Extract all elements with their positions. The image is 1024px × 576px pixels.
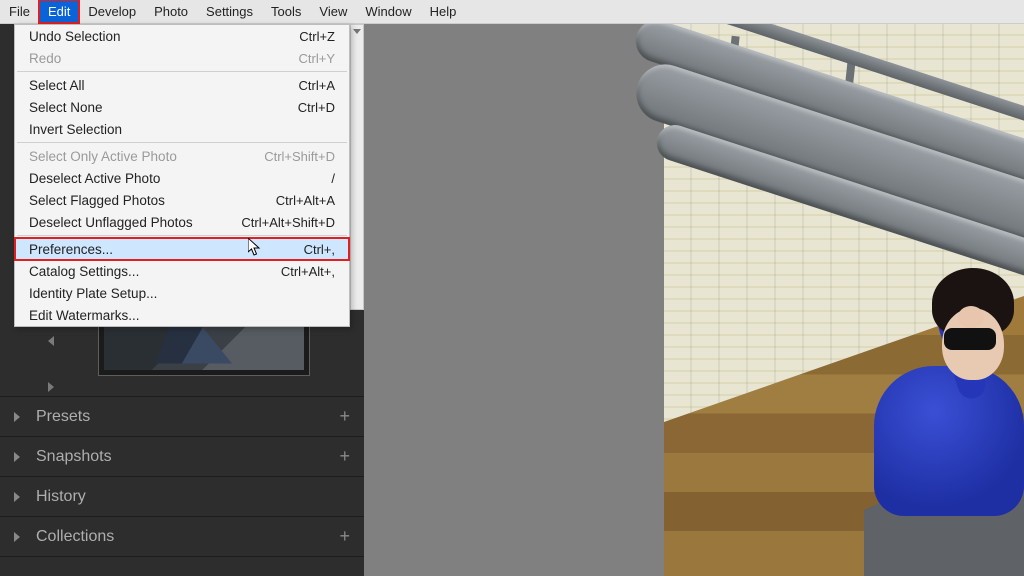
menu-separator [17,142,347,143]
menuitem-undo[interactable]: Undo Selection Ctrl+Z [15,25,349,47]
menuitem-select-all[interactable]: Select All Ctrl+A [15,74,349,96]
menu-photo-label: Photo [154,4,188,19]
image-canvas[interactable] [364,24,1024,576]
menu-settings-label: Settings [206,4,253,19]
menuitem-shortcut: Ctrl+Alt+, [281,264,335,279]
menuitem-redo: Redo Ctrl+Y [15,47,349,69]
menuitem-invert-selection[interactable]: Invert Selection [15,118,349,140]
menu-window[interactable]: Window [356,0,420,23]
panel-tail [0,556,364,576]
app-root: File Edit Develop Photo Settings Tools V… [0,0,1024,576]
menuitem-deselect-active[interactable]: Deselect Active Photo / [15,167,349,189]
menu-view[interactable]: View [310,0,356,23]
menuitem-select-none[interactable]: Select None Ctrl+D [15,96,349,118]
panel-snapshots-label: Snapshots [36,448,112,466]
menuitem-shortcut: / [331,171,335,186]
panel-presets[interactable]: Presets + [0,396,364,436]
menuitem-catalog-settings[interactable]: Catalog Settings... Ctrl+Alt+, [15,260,349,282]
menuitem-identity-plate[interactable]: Identity Plate Setup... [15,282,349,304]
menuitem-shortcut: Ctrl+Alt+A [276,193,335,208]
menu-develop-label: Develop [88,4,136,19]
panel-history-label: History [36,488,86,506]
edit-menu-dropdown: Undo Selection Ctrl+Z Redo Ctrl+Y Select… [14,24,350,327]
panel-sections: Presets + Snapshots + History Collection… [0,396,364,576]
menuitem-label: Select Only Active Photo [29,149,177,164]
menuitem-label: Edit Watermarks... [29,308,140,323]
panel-snapshots[interactable]: Snapshots + [0,436,364,476]
menubar: File Edit Develop Photo Settings Tools V… [0,0,1024,24]
menu-edit[interactable]: Edit [39,0,79,23]
add-preset-icon[interactable]: + [339,406,350,427]
menu-tools-label: Tools [271,4,301,19]
filmstrip-next-icon[interactable] [48,382,54,392]
disclosure-triangle-icon [14,452,20,462]
menu-file-label: File [9,4,30,19]
menu-help-label: Help [430,4,457,19]
menu-window-label: Window [365,4,411,19]
menuitem-edit-watermarks[interactable]: Edit Watermarks... [15,304,349,326]
loupe-photo [664,24,1024,576]
menuitem-shortcut: Ctrl+, [304,242,335,257]
menu-view-label: View [319,4,347,19]
menuitem-label: Deselect Unflagged Photos [29,215,193,230]
menu-separator [17,71,347,72]
menu-tools[interactable]: Tools [262,0,310,23]
menuitem-shortcut: Ctrl+A [299,78,335,93]
disclosure-triangle-icon [14,412,20,422]
menuitem-shortcut: Ctrl+Alt+Shift+D [241,215,335,230]
menuitem-shortcut: Ctrl+D [298,100,335,115]
menuitem-label: Select None [29,100,103,115]
menuitem-label: Deselect Active Photo [29,171,160,186]
menuitem-label: Undo Selection [29,29,121,44]
panel-scroll-handle[interactable] [350,24,364,310]
photo-subject [854,276,1024,576]
filmstrip-prev-icon[interactable] [48,336,54,346]
menuitem-label: Catalog Settings... [29,264,139,279]
menu-file[interactable]: File [0,0,39,23]
menuitem-label: Select Flagged Photos [29,193,165,208]
menu-develop[interactable]: Develop [79,0,145,23]
menuitem-select-flagged[interactable]: Select Flagged Photos Ctrl+Alt+A [15,189,349,211]
menuitem-select-only-active: Select Only Active Photo Ctrl+Shift+D [15,145,349,167]
menuitem-label: Preferences... [29,242,113,257]
filmstrip-nav [42,336,60,392]
menu-photo[interactable]: Photo [145,0,197,23]
panel-collections-label: Collections [36,528,114,546]
menuitem-preferences[interactable]: Preferences... Ctrl+, [15,238,349,260]
menuitem-shortcut: Ctrl+Shift+D [264,149,335,164]
add-collection-icon[interactable]: + [339,526,350,547]
panel-history[interactable]: History [0,476,364,516]
menu-separator [17,235,347,236]
panel-collections[interactable]: Collections + [0,516,364,556]
menuitem-label: Select All [29,78,85,93]
menuitem-deselect-unflagged[interactable]: Deselect Unflagged Photos Ctrl+Alt+Shift… [15,211,349,233]
disclosure-triangle-icon [14,492,20,502]
menuitem-label: Redo [29,51,61,66]
menuitem-shortcut: Ctrl+Y [299,51,335,66]
panel-presets-label: Presets [36,408,90,426]
menuitem-label: Invert Selection [29,122,122,137]
menu-edit-label: Edit [48,4,70,19]
menuitem-label: Identity Plate Setup... [29,286,157,301]
add-snapshot-icon[interactable]: + [339,446,350,467]
menu-help[interactable]: Help [421,0,466,23]
disclosure-triangle-icon [14,532,20,542]
menu-settings[interactable]: Settings [197,0,262,23]
menuitem-shortcut: Ctrl+Z [299,29,335,44]
